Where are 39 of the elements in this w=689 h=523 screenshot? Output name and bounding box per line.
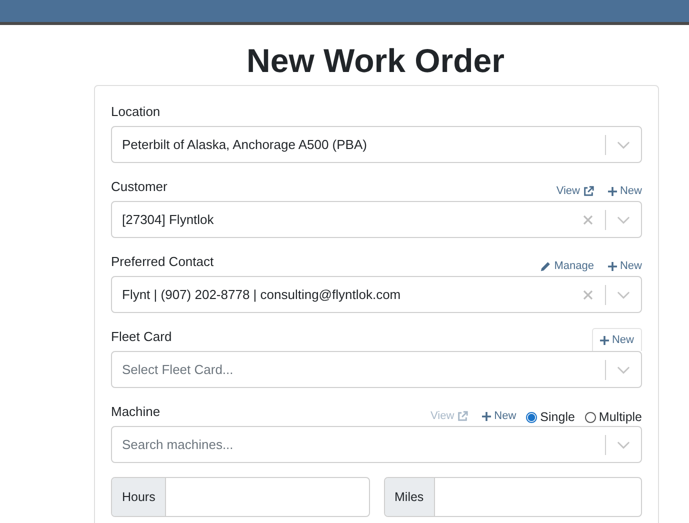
plus-icon [608, 262, 617, 270]
chevron-down-icon[interactable] [617, 366, 630, 374]
external-link-icon [457, 410, 468, 422]
chevron-down-icon[interactable] [617, 140, 630, 148]
field-label: Preferred Contact [111, 253, 214, 271]
view-link[interactable]: View [556, 185, 594, 199]
new-button[interactable]: New [592, 328, 642, 351]
radio-option[interactable]: Single [526, 410, 575, 424]
field-label: Customer [111, 178, 168, 196]
chevron-down-icon[interactable] [617, 440, 630, 448]
select-field[interactable]: Flynt | (907) 202-8778 | consulting@flyntlok.com [111, 276, 642, 313]
new-link[interactable]: New [482, 410, 516, 424]
plus-icon [608, 186, 617, 196]
radio-button[interactable] [584, 412, 596, 422]
page-title: New Work Order [246, 41, 506, 81]
plus-icon [482, 412, 492, 420]
field-label: Location [111, 103, 160, 121]
clear-icon[interactable] [583, 290, 593, 300]
select-field[interactable]: Peterbilt of Alaska, Anchorage A500 (PBA) [111, 126, 642, 163]
select-field[interactable]: Search machines... [111, 426, 642, 463]
field-label: Fleet Card [111, 328, 172, 346]
plus-icon [600, 336, 609, 344]
radio-button[interactable] [526, 412, 538, 422]
pencil-icon [540, 260, 552, 272]
input-field[interactable]: Hours [111, 477, 370, 517]
input-addon: Miles [384, 478, 435, 516]
chevron-down-icon[interactable] [617, 290, 630, 298]
input-field[interactable]: Miles [384, 477, 642, 517]
input-addon: Hours [112, 478, 166, 516]
field-label: Machine [111, 403, 160, 421]
new-link[interactable]: New [608, 185, 642, 199]
radio-option[interactable]: Multiple [584, 410, 642, 424]
clear-icon[interactable] [583, 214, 593, 224]
select-field[interactable]: [27304] Flyntlok [111, 201, 642, 238]
chevron-down-icon[interactable] [617, 216, 630, 224]
manage-link[interactable]: Manage [540, 260, 594, 274]
new-link[interactable]: New [608, 260, 642, 274]
external-link-icon [582, 186, 594, 196]
select-field[interactable]: Select Fleet Card... [111, 351, 642, 388]
